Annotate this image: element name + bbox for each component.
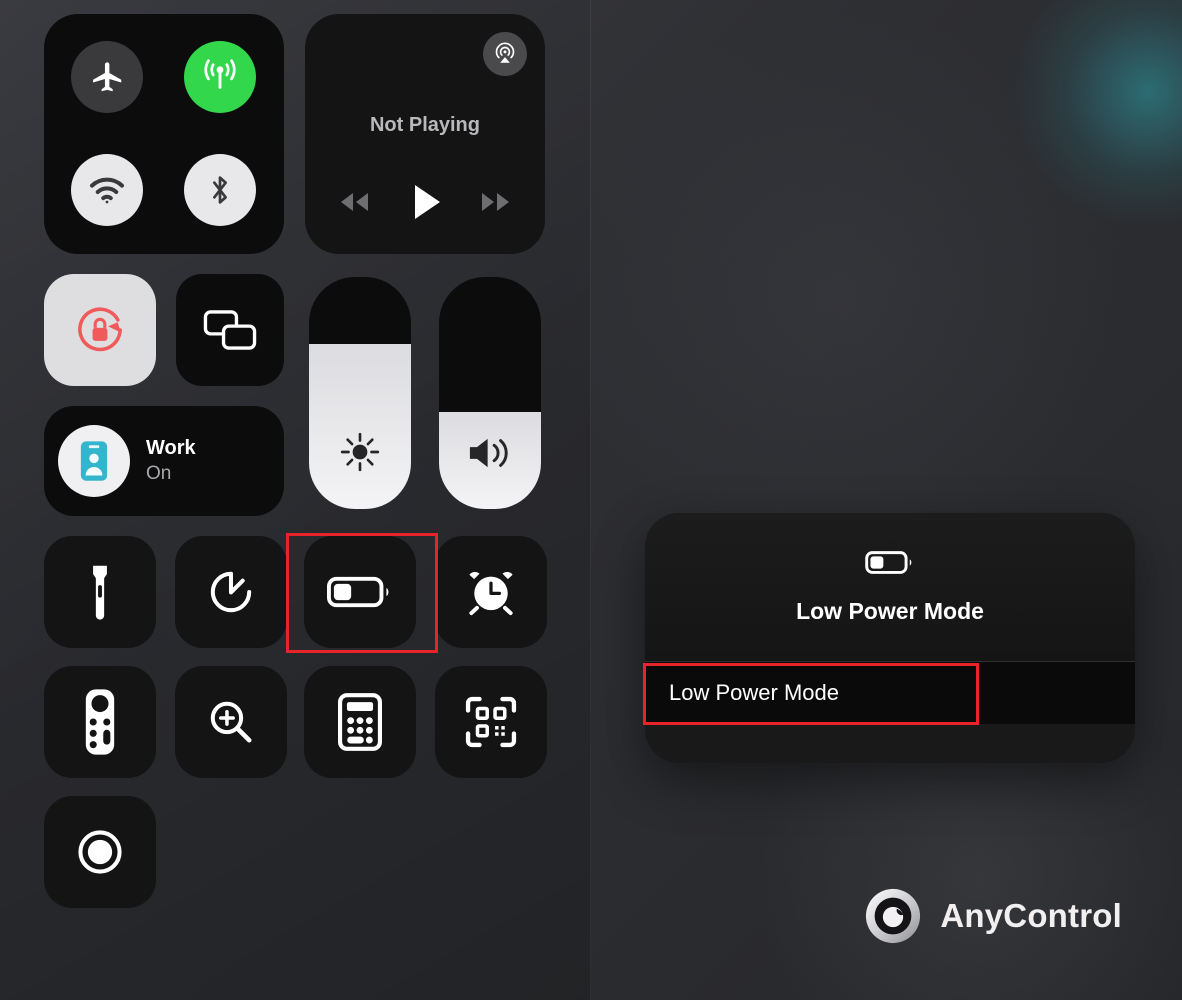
brightness-slider-fill: [309, 344, 411, 509]
fast-forward-icon: [482, 193, 509, 211]
battery-low-power-icon: [327, 576, 389, 608]
popup-header: Low Power Mode: [645, 513, 1135, 661]
wifi-button[interactable]: [71, 154, 143, 226]
focus-icon-wrapper: [58, 425, 130, 497]
rotation-lock-icon: [78, 307, 122, 352]
connectivity-module: [44, 14, 284, 254]
low-power-mode-button[interactable]: [304, 536, 416, 648]
media-controls: [305, 182, 545, 222]
volume-icon: [469, 438, 508, 468]
low-power-mode-popup: Low Power Mode Low Power Mode: [645, 513, 1135, 763]
media-player-module: Not Playing: [305, 14, 545, 254]
play-icon: [415, 185, 440, 219]
watermark-label: AnyControl: [940, 897, 1122, 934]
play-button[interactable]: [409, 182, 441, 222]
cellular-data-button[interactable]: [184, 41, 256, 113]
popup-title: Low Power Mode: [796, 598, 984, 624]
screen-recording-button[interactable]: [44, 796, 156, 908]
airplay-button[interactable]: [483, 32, 527, 76]
bluetooth-button[interactable]: [184, 154, 256, 226]
wifi-icon: [90, 177, 124, 204]
rewind-button[interactable]: [335, 189, 373, 215]
screen: Not Playing Work On Low Power Mode Low P…: [0, 0, 1182, 1000]
volume-glyph: [439, 431, 541, 475]
brightness-icon: [340, 432, 380, 472]
magnifier-button[interactable]: [175, 666, 287, 778]
calculator-button[interactable]: [304, 666, 416, 778]
airplane-mode-button[interactable]: [71, 41, 143, 113]
timer-button[interactable]: [175, 536, 287, 648]
volume-slider[interactable]: [439, 277, 541, 509]
flashlight-button[interactable]: [44, 536, 156, 648]
qr-scanner-icon: [465, 696, 517, 748]
focus-text-group: Work On: [146, 437, 196, 485]
media-status-label: Not Playing: [369, 114, 480, 136]
rotation-lock-button[interactable]: [44, 274, 156, 386]
record-icon: [78, 830, 122, 874]
control-center-panel: Not Playing Work On: [0, 0, 591, 1000]
bluetooth-icon: [213, 176, 227, 204]
airplane-icon: [93, 62, 122, 92]
cellular-icon: [204, 59, 236, 89]
rewind-icon: [341, 193, 368, 211]
timer-icon: [210, 571, 252, 613]
fast-forward-button[interactable]: [477, 189, 515, 215]
battery-low-power-icon: [865, 551, 912, 574]
work-badge-icon: [80, 441, 108, 481]
brightness-slider[interactable]: [309, 277, 411, 509]
alarm-button[interactable]: [435, 536, 547, 648]
flashlight-icon: [93, 565, 107, 620]
screen-mirroring-button[interactable]: [176, 274, 284, 386]
remote-icon: [85, 689, 115, 755]
anycontrol-logo-icon: [866, 888, 921, 944]
code-scanner-button[interactable]: [435, 666, 547, 778]
airplay-audio-icon: [495, 42, 515, 63]
watermark: AnyControl: [864, 887, 1122, 945]
brightness-glyph: [309, 429, 411, 475]
alarm-clock-icon: [469, 571, 513, 616]
focus-name-label: Work: [146, 437, 196, 459]
focus-mode-tile[interactable]: Work On: [44, 406, 284, 516]
popup-menu-item-low-power-mode[interactable]: Low Power Mode: [645, 662, 1135, 724]
focus-state-label: On: [146, 463, 172, 484]
apple-tv-remote-button[interactable]: [44, 666, 156, 778]
screen-mirroring-icon: [203, 310, 257, 350]
calculator-icon: [338, 693, 382, 751]
magnifier-icon: [210, 701, 252, 743]
